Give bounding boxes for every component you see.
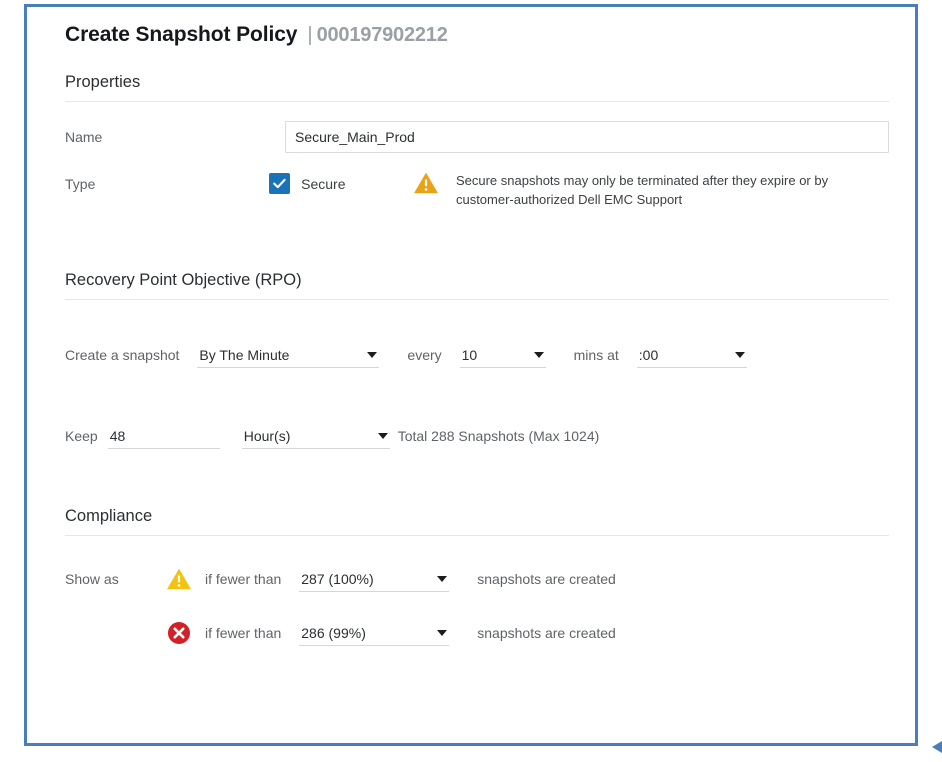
screenshot-root: Create Snapshot Policy | 000197902212 Pr… [0, 0, 942, 762]
check-icon [273, 178, 286, 189]
compliance-divider [65, 535, 889, 536]
chevron-down-icon [734, 351, 745, 358]
panel-content: Create Snapshot Policy | 000197902212 Pr… [27, 7, 915, 743]
keep-unit-dropdown[interactable]: Hour(s) [241, 423, 390, 449]
chevron-down-icon [533, 351, 544, 358]
if-fewer-than-label-error: if fewer than [205, 625, 282, 641]
show-as-label: Show as [65, 571, 119, 587]
warning-threshold-dropdown[interactable]: 287 (100%) [299, 566, 450, 592]
compliance-section: Compliance Show as if fewer than 287 (10… [49, 507, 893, 646]
chevron-down-icon [367, 351, 378, 358]
keep-unit-value: Hour(s) [243, 427, 291, 444]
type-label: Type [65, 176, 96, 192]
page-title: Create Snapshot Policy | 000197902212 [49, 7, 893, 47]
name-row: Name [65, 121, 889, 153]
create-snapshot-policy-panel: Create Snapshot Policy | 000197902212 Pr… [24, 4, 918, 746]
array-id: 000197902212 [316, 24, 448, 46]
compliance-error-icon-cell [153, 621, 205, 645]
chevron-down-icon [437, 629, 448, 636]
snapshots-created-label-warning: snapshots are created [477, 571, 616, 587]
offset-value: :00 [638, 346, 659, 363]
offset-dropdown[interactable]: :00 [636, 342, 747, 368]
rpo-section: Recovery Point Objective (RPO) Create a … [49, 271, 893, 449]
warning-triangle-icon [167, 568, 191, 590]
rpo-retention-row: Keep Hour(s) Total 288 Snapshots (Max 10… [65, 423, 889, 449]
compliance-row-error: if fewer than 286 (99%) snapshots are cr… [65, 620, 889, 646]
error-threshold-dropdown[interactable]: 286 (99%) [299, 620, 450, 646]
interval-dropdown[interactable]: 10 [459, 342, 546, 368]
create-a-snapshot-label: Create a snapshot [65, 347, 180, 363]
chevron-down-icon [437, 575, 448, 582]
secure-checkbox[interactable] [269, 173, 291, 194]
frequency-value: By The Minute [199, 346, 290, 363]
warning-triangle-icon [413, 172, 438, 194]
warning-threshold-value: 287 (100%) [301, 570, 374, 587]
rpo-heading: Recovery Point Objective (RPO) [65, 271, 302, 289]
secure-warning: Secure snapshots may only be terminated … [413, 171, 889, 209]
compliance-heading: Compliance [65, 507, 153, 525]
rpo-schedule-row: Create a snapshot By The Minute every 10… [65, 342, 889, 368]
name-input[interactable] [285, 121, 889, 153]
secure-checkbox-label: Secure [301, 175, 346, 192]
secure-checkbox-group[interactable]: Secure [269, 171, 413, 194]
secure-warning-text: Secure snapshots may only be terminated … [455, 173, 829, 207]
if-fewer-than-label-warning: if fewer than [205, 571, 282, 587]
properties-heading: Properties [65, 73, 141, 91]
type-row: Type Secure Secure snapshots may only be… [65, 171, 889, 209]
error-threshold-value: 286 (99%) [301, 624, 366, 641]
interval-value: 10 [461, 346, 478, 363]
panel-edge-marker-icon [932, 741, 942, 753]
rpo-divider [65, 299, 889, 300]
every-label: every [407, 347, 442, 363]
total-snapshots-text: Total 288 Snapshots (Max 1024) [397, 428, 600, 444]
name-label: Name [65, 129, 103, 145]
chevron-down-icon [377, 432, 388, 439]
properties-divider [65, 101, 889, 102]
mins-at-label: mins at [573, 347, 619, 363]
frequency-dropdown[interactable]: By The Minute [197, 342, 380, 368]
page-title-text: Create Snapshot Policy [65, 23, 298, 46]
keep-duration-input[interactable] [107, 423, 220, 449]
title-separator: | [307, 24, 313, 46]
keep-label: Keep [65, 428, 98, 444]
snapshots-created-label-error: snapshots are created [477, 625, 616, 641]
error-circle-icon [168, 622, 190, 644]
compliance-row-warning: Show as if fewer than 287 (100%) snapsho… [65, 566, 889, 592]
properties-section: Properties Name Type Secure [49, 73, 893, 209]
compliance-warning-icon-cell [153, 567, 205, 591]
